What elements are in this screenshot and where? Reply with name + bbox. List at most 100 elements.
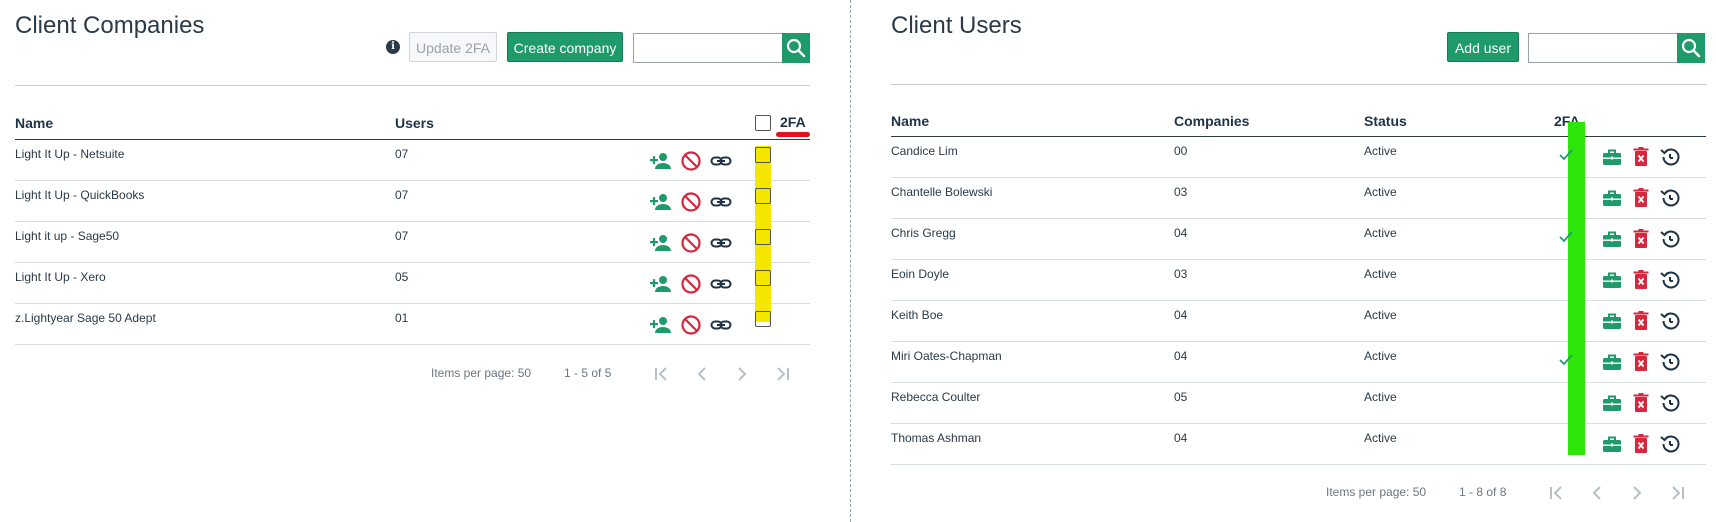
search-icon	[1681, 38, 1701, 58]
companies-search-button[interactable]	[782, 33, 810, 63]
link-icon[interactable]	[709, 149, 733, 173]
col-header-name[interactable]: Name	[15, 115, 53, 131]
company-name[interactable]: Light It Up - Netsuite	[15, 147, 124, 161]
link-icon[interactable]	[709, 313, 733, 337]
delete-icon[interactable]	[1629, 309, 1653, 333]
companies-items-per-page[interactable]: Items per page: 50	[431, 366, 531, 380]
create-company-button[interactable]: Create company	[507, 32, 623, 62]
briefcase-icon[interactable]	[1600, 432, 1624, 456]
delete-icon[interactable]	[1629, 186, 1653, 210]
col-header-status[interactable]: Status	[1364, 113, 1407, 129]
next-page-icon[interactable]	[1626, 482, 1648, 504]
delete-icon[interactable]	[1629, 391, 1653, 415]
restore-icon[interactable]	[1658, 350, 1682, 374]
prev-page-icon[interactable]	[1586, 482, 1608, 504]
restore-icon[interactable]	[1658, 432, 1682, 456]
col-header-companies[interactable]: Companies	[1174, 113, 1249, 129]
add-person-icon[interactable]	[649, 313, 673, 337]
block-icon[interactable]	[679, 149, 703, 173]
user-name[interactable]: Chris Gregg	[891, 226, 956, 240]
user-name[interactable]: Thomas Ashman	[891, 431, 981, 445]
user-status: Active	[1364, 431, 1397, 445]
add-user-button[interactable]: Add user	[1447, 32, 1519, 62]
col-header-2fa[interactable]: 2FA	[780, 114, 806, 130]
user-companies-count: 04	[1174, 308, 1188, 322]
briefcase-icon[interactable]	[1600, 391, 1624, 415]
restore-icon[interactable]	[1658, 186, 1682, 210]
company-2fa-checkbox[interactable]	[755, 229, 771, 245]
company-2fa-checkbox[interactable]	[755, 311, 771, 327]
company-name[interactable]: Light it up - Sage50	[15, 229, 119, 243]
user-companies-count: 03	[1174, 185, 1188, 199]
delete-icon[interactable]	[1629, 268, 1653, 292]
users-search-input[interactable]	[1528, 33, 1678, 63]
company-2fa-checkbox[interactable]	[755, 188, 771, 204]
briefcase-icon[interactable]	[1600, 227, 1624, 251]
briefcase-icon[interactable]	[1600, 145, 1624, 169]
briefcase-icon[interactable]	[1600, 268, 1624, 292]
user-status: Active	[1364, 226, 1397, 240]
company-name[interactable]: z.Lightyear Sage 50 Adept	[15, 311, 156, 325]
delete-icon[interactable]	[1629, 145, 1653, 169]
company-users-count: 07	[395, 147, 409, 161]
company-2fa-checkbox[interactable]	[755, 147, 771, 163]
briefcase-icon[interactable]	[1600, 309, 1624, 333]
last-page-icon[interactable]	[771, 363, 793, 385]
restore-icon[interactable]	[1658, 309, 1682, 333]
link-icon[interactable]	[709, 231, 733, 255]
last-page-icon[interactable]	[1666, 482, 1688, 504]
users-search-button[interactable]	[1677, 33, 1705, 63]
user-status: Active	[1364, 390, 1397, 404]
user-status: Active	[1364, 349, 1397, 363]
select-all-checkbox[interactable]	[755, 115, 771, 131]
col-header-users[interactable]: Users	[395, 115, 434, 131]
companies-title: Client Companies	[15, 12, 205, 39]
add-person-icon[interactable]	[649, 231, 673, 255]
delete-icon[interactable]	[1629, 432, 1653, 456]
users-page-range: 1 - 8 of 8	[1459, 485, 1507, 499]
user-status: Active	[1364, 185, 1397, 199]
block-icon[interactable]	[679, 190, 703, 214]
company-row: Light It Up - QuickBooks 07	[15, 181, 810, 222]
user-name[interactable]: Candice Lim	[891, 144, 958, 158]
user-status: Active	[1364, 144, 1397, 158]
briefcase-icon[interactable]	[1600, 350, 1624, 374]
block-icon[interactable]	[679, 231, 703, 255]
add-person-icon[interactable]	[649, 190, 673, 214]
first-page-icon[interactable]	[1546, 482, 1568, 504]
restore-icon[interactable]	[1658, 145, 1682, 169]
user-name[interactable]: Miri Oates-Chapman	[891, 349, 1002, 363]
link-icon[interactable]	[709, 272, 733, 296]
info-icon[interactable]: i	[386, 40, 400, 54]
companies-header-divider	[15, 85, 810, 86]
col-header-name[interactable]: Name	[891, 113, 929, 129]
add-person-icon[interactable]	[649, 272, 673, 296]
add-person-icon[interactable]	[649, 149, 673, 173]
companies-search-input[interactable]	[633, 33, 783, 63]
user-name[interactable]: Rebecca Coulter	[891, 390, 980, 404]
company-row: Light it up - Sage50 07	[15, 222, 810, 263]
user-name[interactable]: Chantelle Bolewski	[891, 185, 992, 199]
prev-page-icon[interactable]	[691, 363, 713, 385]
company-users-count: 07	[395, 229, 409, 243]
restore-icon[interactable]	[1658, 391, 1682, 415]
green-highlight-annotation	[1568, 122, 1585, 455]
users-items-per-page[interactable]: Items per page: 50	[1326, 485, 1426, 499]
next-page-icon[interactable]	[731, 363, 753, 385]
briefcase-icon[interactable]	[1600, 186, 1624, 210]
company-2fa-checkbox[interactable]	[755, 270, 771, 286]
update-2fa-button[interactable]: Update 2FA	[409, 32, 497, 62]
company-name[interactable]: Light It Up - QuickBooks	[15, 188, 144, 202]
first-page-icon[interactable]	[651, 363, 673, 385]
block-icon[interactable]	[679, 272, 703, 296]
delete-icon[interactable]	[1629, 227, 1653, 251]
user-companies-count: 05	[1174, 390, 1188, 404]
restore-icon[interactable]	[1658, 227, 1682, 251]
company-name[interactable]: Light It Up - Xero	[15, 270, 106, 284]
restore-icon[interactable]	[1658, 268, 1682, 292]
user-name[interactable]: Eoin Doyle	[891, 267, 949, 281]
delete-icon[interactable]	[1629, 350, 1653, 374]
user-name[interactable]: Keith Boe	[891, 308, 943, 322]
block-icon[interactable]	[679, 313, 703, 337]
link-icon[interactable]	[709, 190, 733, 214]
